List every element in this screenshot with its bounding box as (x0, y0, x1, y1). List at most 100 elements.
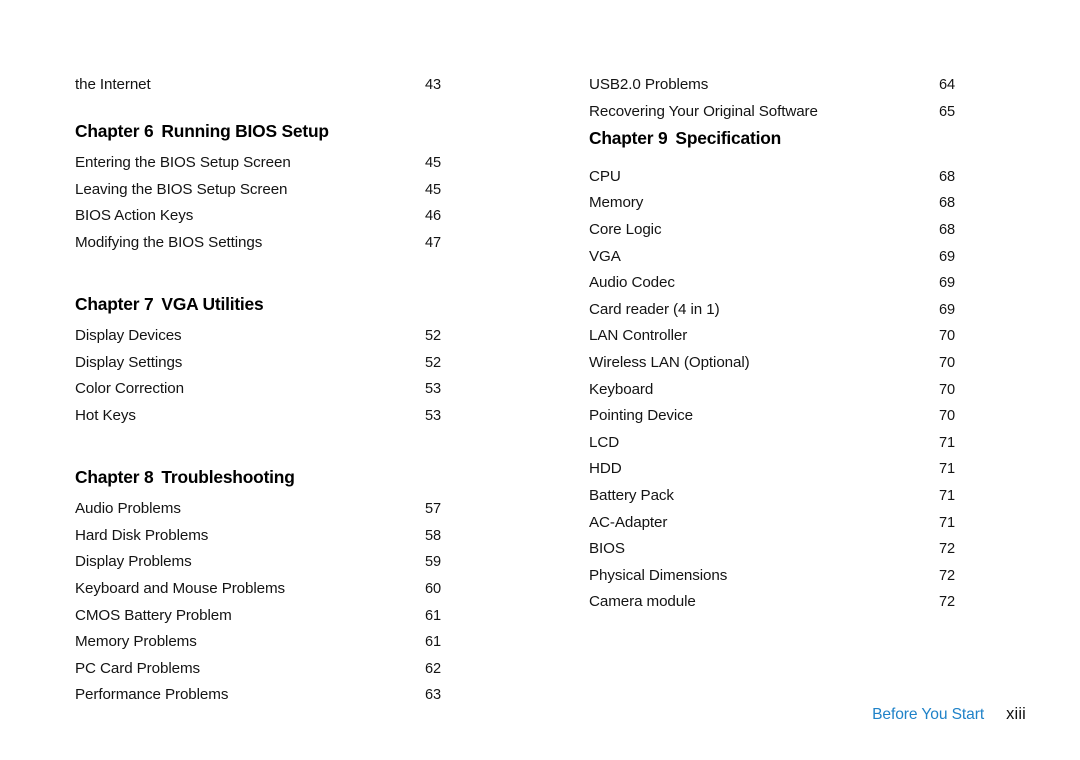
toc-entry[interactable]: PC Card Problems 62 (75, 656, 475, 683)
toc-entry-label: USB2.0 Problems (589, 76, 709, 93)
toc-entry[interactable]: Hard Disk Problems 58 (75, 523, 475, 550)
toc-entry-page: 62 (425, 660, 442, 677)
toc-chapter-number: Chapter 6 (75, 120, 154, 141)
toc-entry[interactable]: USB2.0 Problems 64 (589, 72, 989, 99)
toc-entry[interactable]: HDD 71 (589, 456, 989, 483)
toc-entry[interactable]: Battery Pack 71 (589, 483, 989, 510)
toc-entry-page: 72 (939, 594, 956, 611)
toc-entry[interactable]: Hot Keys 53 (75, 403, 475, 430)
toc-entry[interactable]: Keyboard and Mouse Problems 60 (75, 576, 475, 603)
toc-entry-page: 68 (939, 221, 956, 238)
toc-entry-page: 45 (425, 155, 442, 172)
toc-entry-label: LCD (589, 433, 620, 451)
toc-entry[interactable] (589, 616, 989, 643)
toc-entry[interactable]: Camera module 72 (589, 589, 989, 616)
toc-entry[interactable]: LCD 71 (589, 430, 989, 457)
page-footer: Before You Start xiii (0, 705, 1080, 737)
toc-entry-page: 52 (425, 328, 442, 345)
toc-entry-page: 43 (425, 77, 442, 93)
toc-entry-page: 71 (939, 461, 956, 478)
toc-entry-label: Keyboard (589, 380, 654, 398)
toc-entry-label: Display Problems (75, 553, 192, 571)
toc-entry-page: 61 (425, 634, 442, 651)
toc-entry[interactable]: Display Settings 52 (75, 350, 475, 377)
toc-entry-label: CPU (589, 167, 621, 185)
toc-entry-label: Wireless LAN (Optional) (589, 353, 750, 371)
toc-entry[interactable]: Audio Codec 69 (589, 270, 989, 297)
toc-entry-label: LAN Controller (589, 327, 688, 345)
toc-entry[interactable]: CMOS Battery Problem 61 (75, 603, 475, 630)
toc-entry-page: 71 (939, 514, 956, 531)
toc-entry-page: 58 (425, 527, 442, 544)
toc-entry[interactable]: AC-Adapter 71 (589, 510, 989, 537)
toc-entry-label: Camera module (589, 593, 696, 611)
toc-entry[interactable]: VGA 69 (589, 244, 989, 271)
toc-entry-label: Card reader (4 in 1) (589, 300, 720, 318)
toc-entry-label: Hot Keys (75, 406, 136, 424)
footer-page-number: xiii (1006, 705, 1026, 723)
toc-entry-label: Hard Disk Problems (75, 526, 209, 544)
toc-entry-page: 45 (425, 181, 442, 198)
toc-entry-label: Battery Pack (589, 486, 674, 504)
toc-entry-label: Recovering Your Original Software (589, 102, 818, 120)
toc-entry[interactable]: Leaving the BIOS Setup Screen 45 (75, 177, 475, 204)
toc-entry-page: 52 (425, 354, 442, 371)
toc-entry-label: Keyboard and Mouse Problems (75, 579, 286, 597)
toc-entry[interactable]: Display Devices 52 (75, 323, 475, 350)
toc-entry[interactable]: BIOS Action Keys 46 (75, 203, 475, 230)
toc-entry-page: 65 (939, 103, 956, 120)
toc-chapter-heading[interactable]: Chapter 7 VGA Utilities (75, 291, 475, 318)
toc-entry-label: Display Devices (75, 327, 182, 345)
toc-entry-page: 64 (939, 77, 956, 93)
toc-entry-label: AC-Adapter (589, 513, 668, 531)
toc-entry-label: HDD (589, 460, 622, 478)
toc-entry[interactable]: the Internet 43 (75, 72, 475, 99)
toc-entry-label: Modifying the BIOS Settings (75, 233, 263, 251)
toc-entry-label: Physical Dimensions (589, 566, 728, 584)
toc-chapter-number: Chapter 7 (75, 293, 154, 314)
toc-entry[interactable]: CPU 68 (589, 164, 989, 191)
toc-chapter-heading[interactable]: Chapter 6 Running BIOS Setup (75, 118, 475, 145)
toc-entry-page: 59 (425, 554, 442, 571)
toc-entry[interactable]: Pointing Device 70 (589, 403, 989, 430)
toc-entry[interactable]: Entering the BIOS Setup Screen 45 (75, 150, 475, 177)
toc-entry[interactable]: Audio Problems 57 (75, 496, 475, 523)
toc-chapter-title: Specification (675, 128, 782, 149)
toc-entry[interactable]: Core Logic 68 (589, 217, 989, 244)
toc-entry-page: 47 (425, 234, 442, 251)
toc-entry-page: 69 (939, 301, 956, 318)
toc-entry[interactable]: BIOS 72 (589, 536, 989, 563)
toc-entry[interactable]: Physical Dimensions 72 (589, 563, 989, 590)
toc-entry-page: 69 (939, 275, 956, 292)
toc-entry[interactable]: Recovering Your Original Software 65 (589, 99, 989, 126)
toc-column-right: USB2.0 Problems 64 Recovering Your Origi… (589, 72, 989, 642)
toc-chapter-heading[interactable]: Chapter 9 Specification (589, 125, 989, 152)
toc-entry-label: Leaving the BIOS Setup Screen (75, 180, 288, 198)
toc-entry[interactable]: Keyboard 70 (589, 377, 989, 404)
toc-entry-label: Entering the BIOS Setup Screen (75, 154, 291, 172)
toc-chapter-heading[interactable]: Chapter 8 Troubleshooting (75, 464, 475, 491)
toc-entry-page: 71 (939, 434, 956, 451)
toc-entry[interactable]: Memory Problems 61 (75, 629, 475, 656)
toc-entry[interactable]: Color Correction 53 (75, 376, 475, 403)
toc-entry[interactable]: Wireless LAN (Optional) 70 (589, 350, 989, 377)
toc-entry-page: 70 (939, 408, 956, 425)
toc-entry-page: 60 (425, 580, 442, 597)
toc-entry[interactable]: Card reader (4 in 1) 69 (589, 297, 989, 324)
toc-page: the Internet 43 Chapter 6 Running BIOS Se… (0, 0, 1080, 760)
toc-entry-label: Color Correction (75, 380, 184, 398)
toc-entry-label: CMOS Battery Problem (75, 606, 232, 624)
toc-entry-label: Audio Problems (75, 500, 181, 518)
toc-entry[interactable]: LAN Controller 70 (589, 323, 989, 350)
toc-entry-page: 72 (939, 567, 956, 584)
toc-entry[interactable]: Display Problems 59 (75, 549, 475, 576)
toc-entry-page: 71 (939, 487, 956, 504)
toc-entry[interactable]: Memory 68 (589, 190, 989, 217)
toc-entry[interactable]: Modifying the BIOS Settings 47 (75, 230, 475, 257)
toc-chapter-title: VGA Utilities (161, 293, 264, 314)
toc-chapter-title: Troubleshooting (161, 466, 295, 487)
toc-entry-page: 53 (425, 407, 442, 424)
